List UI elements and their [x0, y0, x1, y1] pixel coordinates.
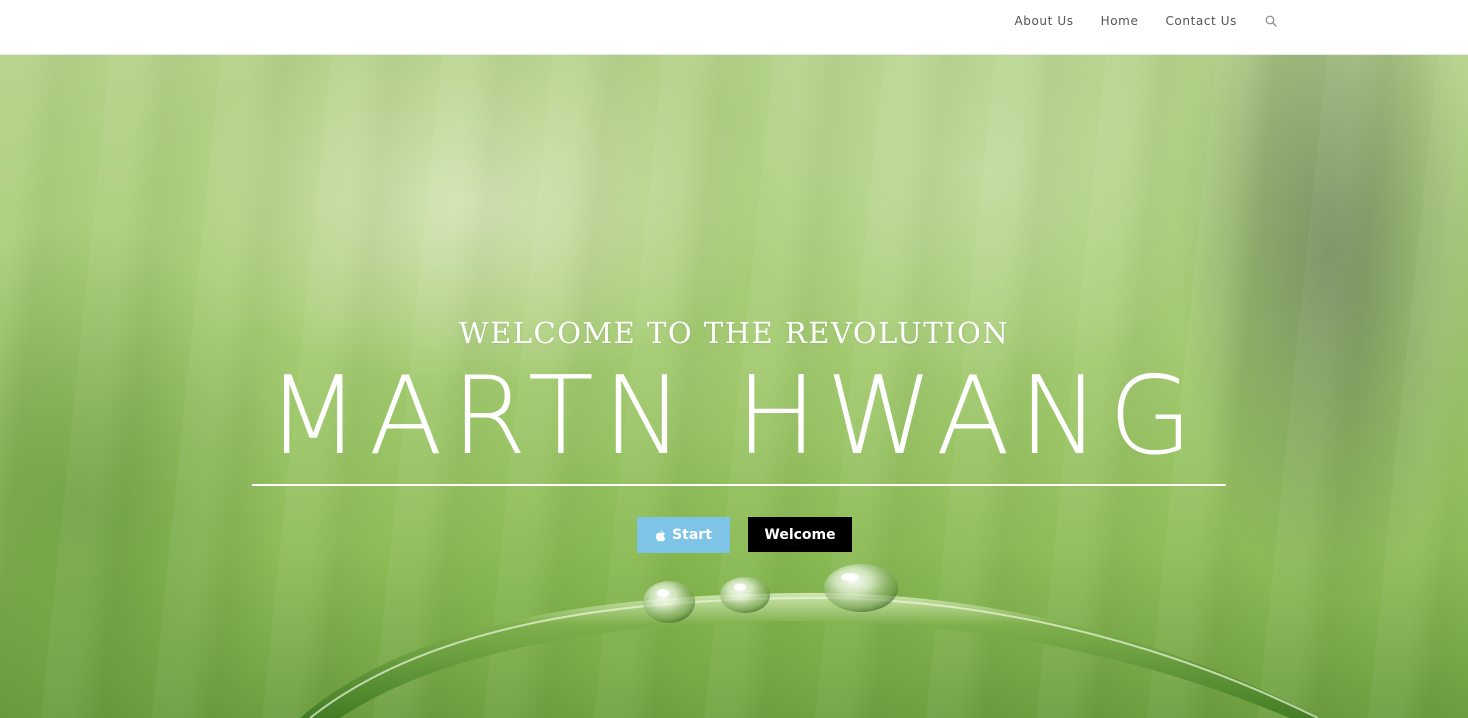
- welcome-button[interactable]: Welcome: [748, 517, 852, 552]
- hero-headline: MARTN HWANG: [266, 354, 1202, 479]
- start-button-label: Start: [672, 527, 712, 543]
- main-nav: About Us Home Contact Us: [1014, 12, 1278, 30]
- nav-contact-us[interactable]: Contact Us: [1165, 12, 1237, 30]
- site-header: About Us Home Contact Us: [0, 0, 1468, 55]
- hero-subtitle: WELCOME TO THE REVOLUTION: [458, 316, 1010, 350]
- welcome-button-label: Welcome: [764, 526, 836, 543]
- headline-divider: [252, 484, 1226, 486]
- apple-icon: [655, 529, 666, 542]
- hero-section: WELCOME TO THE REVOLUTION MARTN HWANG St…: [0, 55, 1468, 718]
- nav-home[interactable]: Home: [1101, 12, 1139, 30]
- nav-about-us[interactable]: About Us: [1014, 12, 1073, 30]
- search-icon[interactable]: [1264, 14, 1278, 28]
- start-button[interactable]: Start: [637, 517, 730, 553]
